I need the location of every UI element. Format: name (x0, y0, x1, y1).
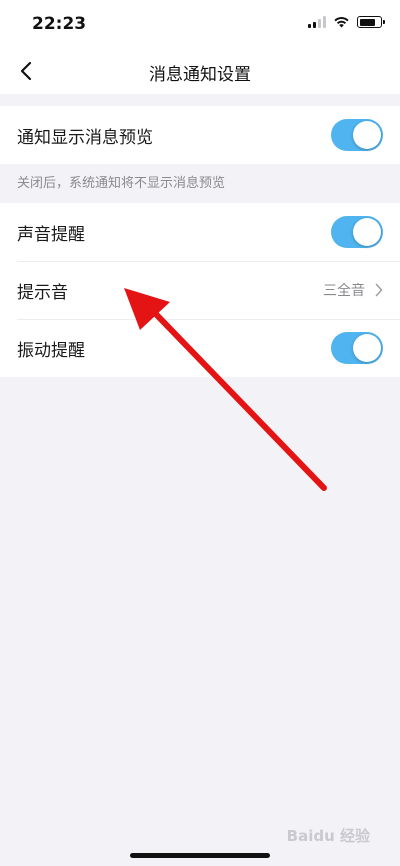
sound-reminder-row: 声音提醒 (0, 203, 400, 261)
page-title: 消息通知设置 (149, 65, 251, 85)
alert-tone-label: 提示音 (17, 282, 68, 303)
sound-settings-group: 声音提醒 提示音 三全音 振动提醒 (0, 203, 400, 377)
toggle-knob (353, 334, 381, 362)
status-time: 22:23 (32, 14, 87, 34)
preview-settings-group: 通知显示消息预览 (0, 106, 400, 164)
chevron-right-icon (375, 283, 383, 297)
preview-row: 通知显示消息预览 (0, 106, 400, 164)
alert-tone-value: 三全音 (323, 283, 365, 299)
cellular-signal-icon (308, 16, 326, 28)
status-icons (308, 16, 385, 28)
vibration-reminder-label: 振动提醒 (17, 340, 85, 361)
wifi-icon (334, 17, 349, 28)
toggle-knob (353, 218, 381, 246)
watermark: Baidu 经验 (286, 827, 370, 845)
home-indicator (130, 853, 270, 858)
sound-reminder-toggle[interactable] (331, 216, 383, 248)
nav-bar: 消息通知设置 (0, 48, 400, 94)
battery-icon (357, 16, 385, 28)
preview-toggle[interactable] (331, 119, 383, 151)
vibration-reminder-toggle[interactable] (331, 332, 383, 364)
preview-label: 通知显示消息预览 (17, 127, 153, 148)
sound-reminder-label: 声音提醒 (17, 224, 85, 245)
preview-hint: 关闭后，系统通知将不显示消息预览 (17, 176, 226, 191)
alert-tone-row[interactable]: 提示音 三全音 (0, 261, 400, 319)
vibration-reminder-row: 振动提醒 (0, 319, 400, 377)
alert-tone-value-wrap[interactable]: 三全音 (323, 280, 383, 300)
status-bar: 22:23 (0, 0, 400, 48)
toggle-knob (353, 121, 381, 149)
